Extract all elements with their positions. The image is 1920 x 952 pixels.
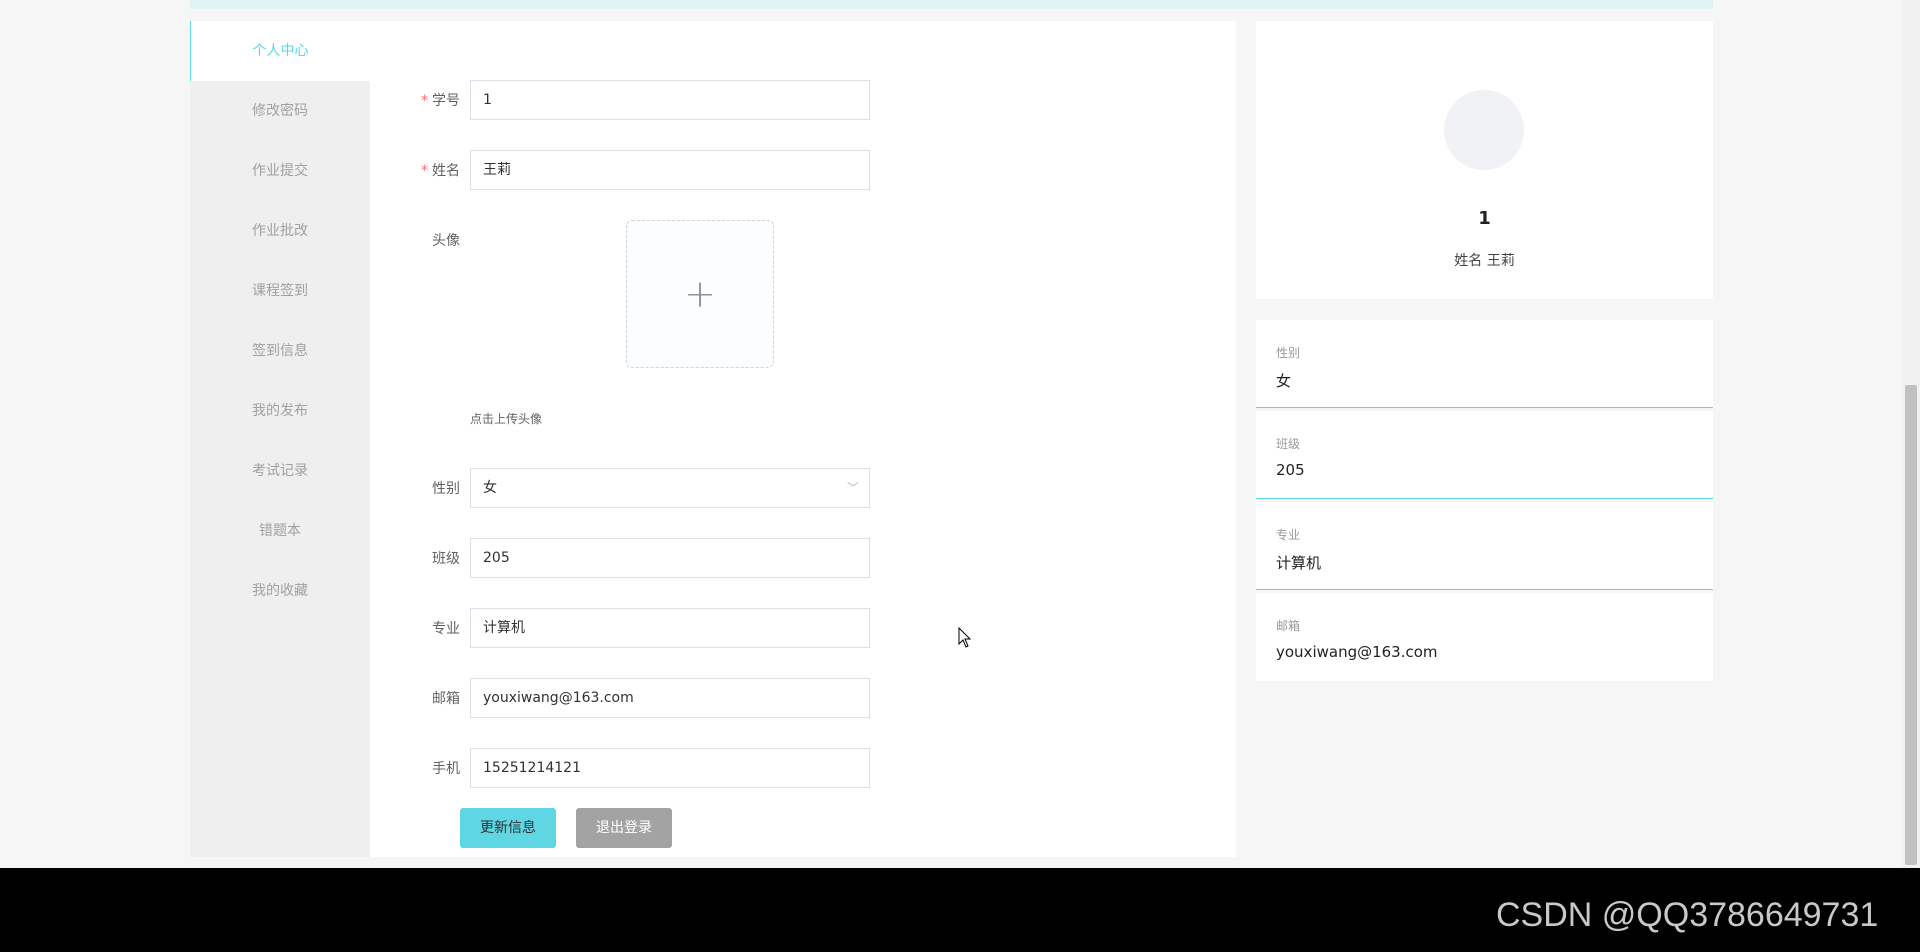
top-banner-strip xyxy=(190,0,1713,9)
info-label: 班级 xyxy=(1276,437,1301,451)
gender-label: 性别 xyxy=(432,481,460,497)
profile-id: 1 xyxy=(1478,208,1491,229)
profile-name-label: 姓名 xyxy=(1454,253,1483,269)
required-marker: * xyxy=(421,163,428,179)
student-id-label-text: 学号 xyxy=(432,93,460,109)
sidebar-item-homework-grading[interactable]: 作业批改 xyxy=(190,201,370,261)
class-label: 班级 xyxy=(432,551,460,567)
sidebar-item-homework-submit[interactable]: 作业提交 xyxy=(190,141,370,201)
gender-select[interactable]: 女 ﹀ xyxy=(470,468,870,508)
sidebar-item-checkin-info[interactable]: 签到信息 xyxy=(190,321,370,381)
sidebar-item-wrong-questions[interactable]: 错题本 xyxy=(190,501,370,561)
name-input[interactable]: 王莉 xyxy=(470,150,870,190)
student-id-label: * 学号 xyxy=(380,90,460,110)
avatar-label: 头像 xyxy=(432,233,460,249)
class-input[interactable]: 205 xyxy=(470,538,870,578)
sidebar-item-course-checkin[interactable]: 课程签到 xyxy=(190,261,370,321)
update-info-button[interactable]: 更新信息 xyxy=(460,808,556,848)
sidebar-nav: 个人中心 修改密码 作业提交 作业批改 课程签到 签到信息 我的发布 考试记录 … xyxy=(190,21,370,857)
name-label-text: 姓名 xyxy=(432,163,460,179)
profile-name: 姓名 王莉 xyxy=(1256,250,1713,270)
info-value: youxiwang@163.com xyxy=(1276,643,1438,661)
student-id-input[interactable]: 1 xyxy=(470,80,870,120)
logout-button[interactable]: 退出登录 xyxy=(576,808,672,848)
profile-name-value: 王莉 xyxy=(1486,253,1515,269)
sidebar-item-change-password[interactable]: 修改密码 xyxy=(190,81,370,141)
name-label: * 姓名 xyxy=(380,160,460,180)
major-label: 专业 xyxy=(432,621,460,637)
info-value: 计算机 xyxy=(1276,554,1322,572)
phone-input[interactable]: 15251214121 xyxy=(470,748,870,788)
required-marker: * xyxy=(421,93,428,109)
sidebar-item-my-posts[interactable]: 我的发布 xyxy=(190,381,370,441)
gender-select-value: 女 xyxy=(483,480,497,496)
info-card-major: 专业 计算机 xyxy=(1256,502,1713,590)
info-value: 205 xyxy=(1276,461,1305,479)
phone-label: 手机 xyxy=(432,761,460,777)
info-label: 邮箱 xyxy=(1276,619,1301,633)
plus-icon: + xyxy=(684,272,716,316)
sidebar-item-exam-records[interactable]: 考试记录 xyxy=(190,441,370,501)
info-card-gender: 性别 女 xyxy=(1256,320,1713,408)
sidebar-item-favorites[interactable]: 我的收藏 xyxy=(190,561,370,621)
info-label: 性别 xyxy=(1276,346,1301,360)
mouse-cursor-icon xyxy=(958,627,972,648)
avatar-uploader[interactable]: + xyxy=(626,220,774,368)
email-label: 邮箱 xyxy=(432,691,460,707)
upload-tip: 点击上传头像 xyxy=(470,412,543,426)
avatar xyxy=(1444,90,1524,170)
scrollbar-thumb[interactable] xyxy=(1905,385,1917,865)
major-input[interactable]: 计算机 xyxy=(470,608,870,648)
email-input[interactable]: youxiwang@163.com xyxy=(470,678,870,718)
info-card-email: 邮箱 youxiwang@163.com xyxy=(1256,593,1713,681)
watermark: CSDN @QQ3786649731 xyxy=(1496,896,1879,934)
info-card-class: 班级 205 xyxy=(1256,411,1713,499)
sidebar-item-personal-center[interactable]: 个人中心 xyxy=(190,21,370,81)
chevron-down-icon: ﹀ xyxy=(846,481,859,495)
info-label: 专业 xyxy=(1276,528,1301,542)
info-value: 女 xyxy=(1276,372,1292,390)
